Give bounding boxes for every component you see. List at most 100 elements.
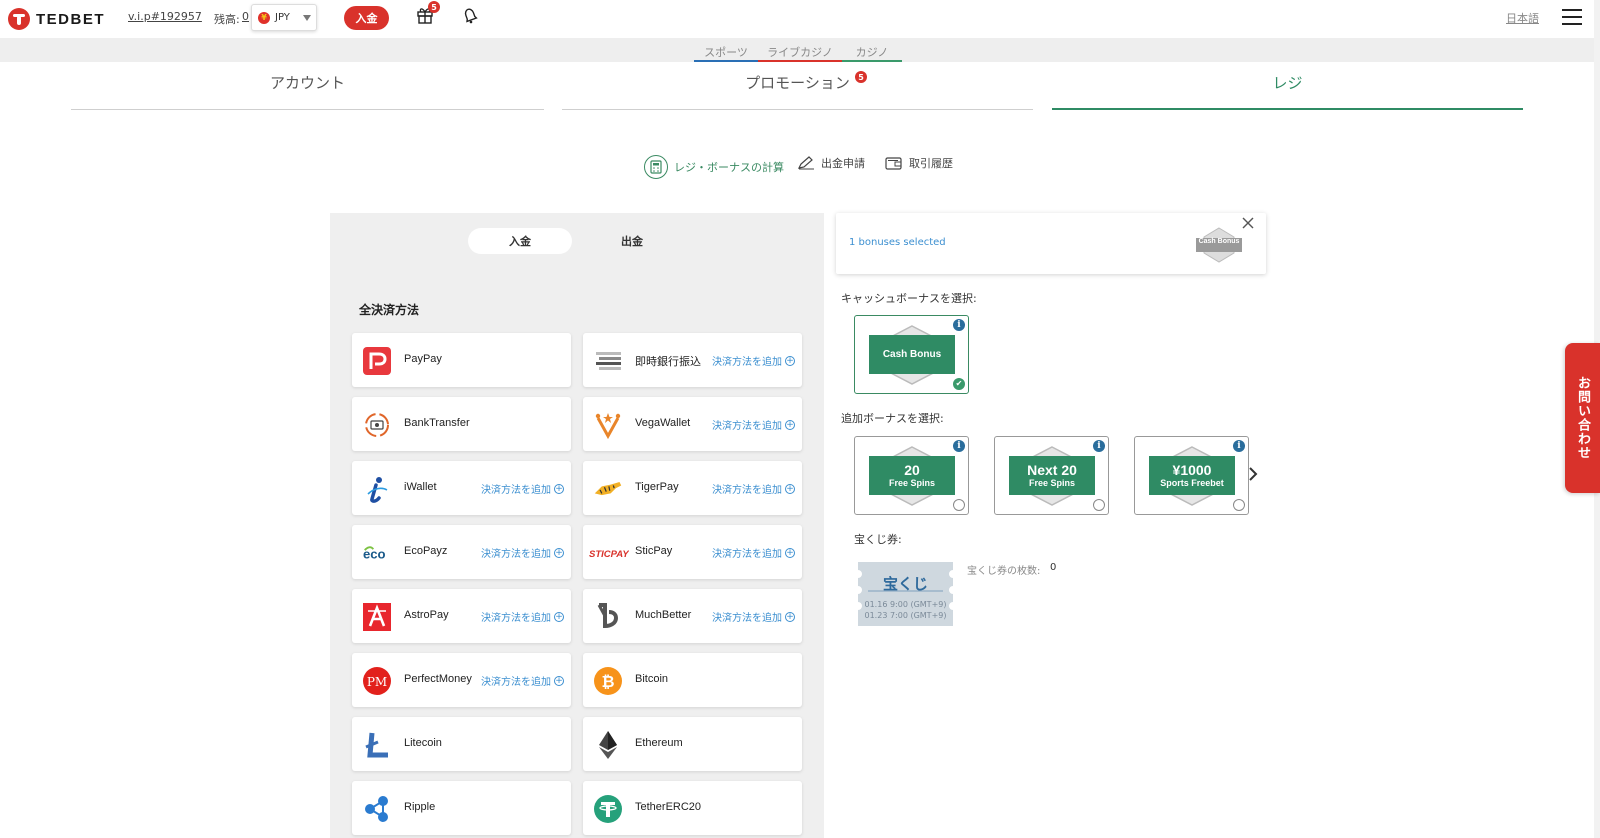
mini-bonus-hex-icon (1196, 227, 1242, 263)
add-method-link[interactable]: 決済方法を追加 + (712, 481, 795, 496)
plus-circle-icon: + (785, 483, 795, 494)
extra-bonus-card-2[interactable]: Next 20 Free Spins i (994, 436, 1109, 515)
add-method-label: 決済方法を追加 (712, 485, 782, 496)
payment-method-perfectmoney[interactable]: PM PerfectMoney 決済方法を追加 + (352, 653, 571, 707)
payment-method-name: VegaWallet (635, 417, 691, 429)
bonus-radio[interactable] (953, 499, 965, 511)
litecoin-icon (362, 730, 392, 760)
pen-icon (797, 156, 814, 170)
payment-method-banktransfer[interactable]: BankTransfer (352, 397, 571, 451)
logo-text: TEDBET (36, 10, 105, 28)
payment-method-name: EcoPayz (404, 545, 448, 557)
info-icon[interactable]: i (1233, 440, 1245, 452)
sticpay-icon: STICPAY (589, 538, 629, 568)
balance-value[interactable]: 0 (242, 10, 249, 23)
payment-method-name: AstroPay (404, 609, 449, 621)
hamburger-menu-icon[interactable] (1562, 9, 1582, 25)
info-icon[interactable]: i (1093, 440, 1105, 452)
add-method-link[interactable]: 決済方法を追加 + (712, 545, 795, 560)
payment-method-bitcoin[interactable]: ₿ Bitcoin (583, 653, 802, 707)
cash-bonus-banner: Cash Bonus (869, 335, 955, 374)
tab-promotion[interactable]: プロモーション (562, 72, 1033, 110)
cash-bonus-card[interactable]: Cash Bonus i ✔ (854, 315, 969, 394)
contact-us-tab[interactable]: お問い合わせ (1565, 343, 1600, 493)
payment-method-iwallet[interactable]: iWallet 決済方法を追加 + (352, 461, 571, 515)
tab-cashier[interactable]: レジ (1052, 72, 1523, 110)
add-method-link[interactable]: 決済方法を追加 + (481, 673, 564, 688)
mini-bonus-label: Cash Bonus (1198, 238, 1240, 245)
payment-panel: 入金 出金 全決済方法 PayPay 即時銀行振込 決済方法を追加 + BankT… (330, 213, 824, 838)
transaction-history-label: 取引履歴 (909, 157, 953, 170)
info-icon[interactable]: i (953, 440, 965, 452)
gift-badge: 5 (428, 1, 440, 13)
bonuses-selected-text[interactable]: 1 bonuses selected (849, 237, 946, 248)
svg-text:₿: ₿ (601, 672, 614, 691)
tab-deposit[interactable]: 入金 (468, 228, 572, 254)
plus-circle-icon: + (554, 483, 564, 494)
language-selector[interactable]: 日本語 (1506, 10, 1539, 26)
tedbet-logo[interactable]: TEDBET (8, 8, 105, 30)
extra-bonus-card-3[interactable]: ¥1000 Sports Freebet i (1134, 436, 1249, 515)
add-method-link[interactable]: 決済方法を追加 + (481, 609, 564, 624)
lottery-end-time: 01.23 7:00 (GMT+9) (864, 611, 947, 620)
subnav-casino[interactable]: カジノ (842, 44, 902, 62)
extra-bonus-amount: Next 20 (1027, 461, 1077, 478)
tab-account[interactable]: アカウント (71, 72, 544, 110)
payment-method-ecopayz[interactable]: eco EcoPayz 決済方法を追加 + (352, 525, 571, 579)
add-method-label: 決済方法を追加 (712, 613, 782, 624)
extra-bonus-banner: Next 20 Free Spins (1009, 456, 1095, 495)
extra-bonus-card-1[interactable]: 20 Free Spins i (854, 436, 969, 515)
bonus-calculator-button[interactable]: レジ・ボーナスの計算 (644, 155, 784, 179)
payment-method-vegawallet[interactable]: VegaWallet 決済方法を追加 + (583, 397, 802, 451)
payment-method-ethereum[interactable]: Ethereum (583, 717, 802, 771)
bell-icon[interactable] (461, 6, 479, 24)
payment-method-paypay[interactable]: PayPay (352, 333, 571, 387)
add-method-link[interactable]: 決済方法を追加 + (712, 417, 795, 432)
payment-method-sticpay[interactable]: STICPAY SticPay 決済方法を追加 + (583, 525, 802, 579)
add-method-label: 決済方法を追加 (481, 549, 551, 560)
payment-method-name: Ripple (404, 801, 436, 813)
bitcoin-icon: ₿ (593, 666, 623, 696)
payment-method-tigerpay[interactable]: TigerPay 決済方法を追加 + (583, 461, 802, 515)
currency-select[interactable]: ¥ JPY (251, 4, 317, 31)
payment-method-name: MuchBetter (635, 609, 692, 621)
chevron-right-icon[interactable] (1248, 466, 1258, 482)
plus-circle-icon: + (785, 611, 795, 622)
add-method-link[interactable]: 決済方法を追加 + (481, 481, 564, 496)
subnav-live-casino[interactable]: ライブカジノ (758, 44, 842, 62)
vegawallet-icon (593, 410, 623, 440)
payment-method-litecoin[interactable]: Litecoin (352, 717, 571, 771)
add-method-label: 決済方法を追加 (481, 613, 551, 624)
all-methods-title: 全決済方法 (359, 303, 420, 317)
vip-id-link[interactable]: v.i.p#192957 (128, 10, 202, 23)
payment-method-tether[interactable]: TetherERC20 (583, 781, 802, 835)
payment-method-name: Ethereum (635, 737, 683, 749)
add-method-link[interactable]: 決済方法を追加 + (481, 545, 564, 560)
add-method-label: 決済方法を追加 (481, 677, 551, 688)
add-method-label: 決済方法を追加 (712, 357, 782, 368)
info-icon[interactable]: i (953, 319, 965, 331)
payment-method-instant-bank[interactable]: 即時銀行振込 決済方法を追加 + (583, 333, 802, 387)
wallet-icon (885, 157, 902, 170)
muchbetter-icon (593, 602, 623, 632)
transaction-history-button[interactable]: 取引履歴 (885, 155, 953, 171)
bonus-radio[interactable] (1233, 499, 1245, 511)
lottery-ticket-title: 宝くじ (882, 575, 928, 593)
cash-bonus-label: Cash Bonus (882, 349, 942, 360)
deposit-button[interactable]: 入金 (344, 6, 389, 30)
extra-bonus-banner: ¥1000 Sports Freebet (1149, 456, 1235, 495)
payment-method-name: Bitcoin (635, 673, 669, 685)
add-method-link[interactable]: 決済方法を追加 + (712, 353, 795, 368)
tab-withdraw[interactable]: 出金 (580, 228, 684, 254)
payment-method-astropay[interactable]: AstroPay 決済方法を追加 + (352, 589, 571, 643)
payment-method-muchbetter[interactable]: MuchBetter 決済方法を追加 + (583, 589, 802, 643)
subnav-sports[interactable]: スポーツ (694, 44, 758, 62)
payment-method-ripple[interactable]: Ripple (352, 781, 571, 835)
promotion-badge: 5 (855, 71, 867, 83)
ripple-icon (362, 794, 392, 824)
withdraw-request-button[interactable]: 出金申請 (797, 155, 865, 171)
bonus-radio[interactable] (1093, 499, 1105, 511)
payment-method-name: Litecoin (404, 737, 442, 749)
add-method-link[interactable]: 決済方法を追加 + (712, 609, 795, 624)
close-icon[interactable] (1240, 215, 1256, 231)
